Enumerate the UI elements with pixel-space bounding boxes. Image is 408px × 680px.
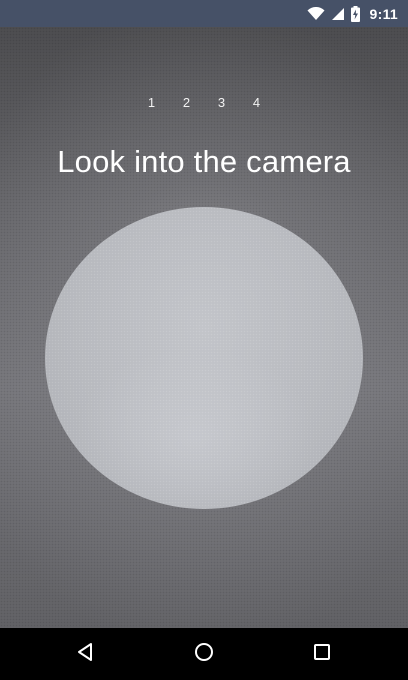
home-button[interactable]	[174, 628, 234, 680]
instruction-title: Look into the camera	[57, 144, 351, 179]
navigation-bar	[0, 628, 408, 680]
step-1: 1	[147, 95, 156, 110]
back-icon	[75, 642, 95, 667]
step-3: 3	[217, 95, 226, 110]
battery-charging-icon	[350, 5, 360, 22]
wifi-icon	[307, 6, 325, 21]
step-4: 4	[252, 95, 261, 110]
status-bar: 9:11	[0, 0, 408, 27]
recents-button[interactable]	[292, 628, 352, 680]
recents-icon	[313, 643, 331, 666]
home-icon	[194, 642, 214, 667]
status-time: 9:11	[369, 5, 398, 22]
cell-signal-icon	[331, 7, 345, 21]
back-button[interactable]	[55, 628, 115, 680]
step-2: 2	[182, 95, 191, 110]
status-icons: 9:11	[307, 0, 398, 27]
face-guide-oval	[45, 207, 363, 509]
step-indicator: 1 2 3 4	[0, 95, 408, 110]
phone-screen: 9:11 1 2 3 4 Look into the camera	[0, 0, 408, 680]
camera-preview: 1 2 3 4 Look into the camera	[0, 27, 408, 628]
